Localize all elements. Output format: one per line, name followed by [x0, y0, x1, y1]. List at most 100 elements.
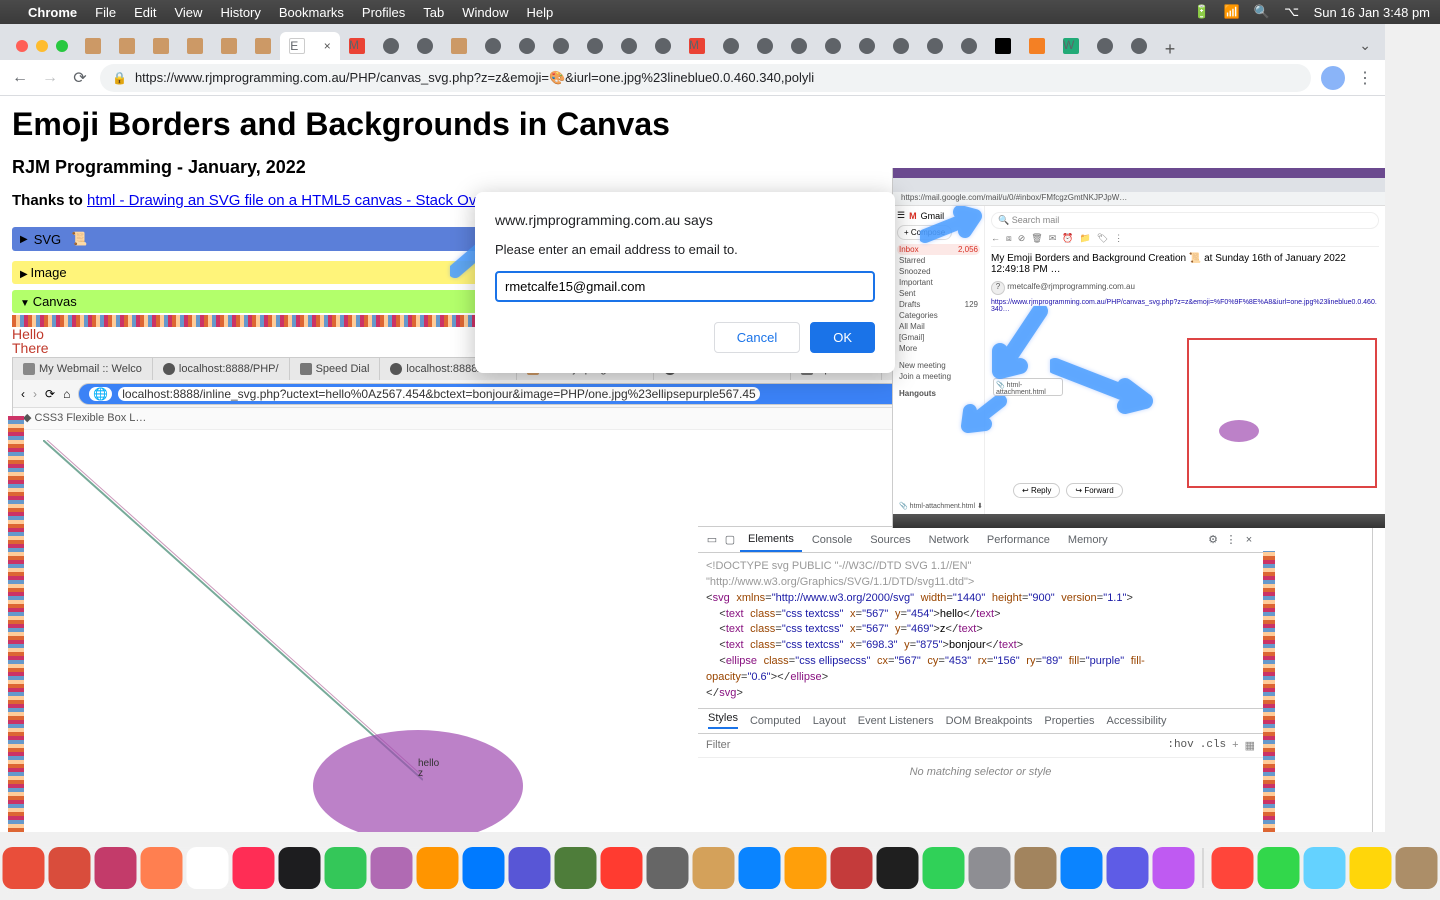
- tab-item[interactable]: [178, 32, 212, 60]
- styles-filter-input[interactable]: [706, 739, 1167, 751]
- tab-item[interactable]: M: [340, 32, 374, 60]
- dock-app-icon[interactable]: [141, 847, 183, 889]
- tab-item[interactable]: [646, 32, 680, 60]
- new-style-rule-icon[interactable]: +: [1232, 739, 1238, 751]
- markread-icon[interactable]: ✉: [1049, 233, 1057, 246]
- sidebar-snoozed[interactable]: Snoozed: [897, 266, 980, 277]
- dock-app-icon[interactable]: [187, 847, 229, 889]
- sidebar-categories[interactable]: Categories: [897, 310, 980, 321]
- tab-item[interactable]: [76, 32, 110, 60]
- tab-item[interactable]: [816, 32, 850, 60]
- tab-item[interactable]: [212, 32, 246, 60]
- dock-app-icon[interactable]: [739, 847, 781, 889]
- hamburger-icon[interactable]: ☰: [897, 210, 905, 221]
- forward-button[interactable]: →: [40, 68, 60, 88]
- sidebar-drafts[interactable]: Drafts 129: [897, 299, 980, 310]
- devtools-tab-network[interactable]: Network: [921, 529, 977, 551]
- menubar-help[interactable]: Help: [527, 5, 554, 20]
- menubar-profiles[interactable]: Profiles: [362, 5, 405, 20]
- dock-app-icon[interactable]: [49, 847, 91, 889]
- tab-item[interactable]: [884, 32, 918, 60]
- ok-button[interactable]: OK: [810, 322, 875, 353]
- snooze-icon[interactable]: ⏰: [1062, 233, 1073, 246]
- menubar-file[interactable]: File: [95, 5, 116, 20]
- tab-item[interactable]: [544, 32, 578, 60]
- control-center-icon[interactable]: ⌥: [1284, 6, 1300, 18]
- dock-app-icon[interactable]: [1015, 847, 1057, 889]
- dock-app-icon[interactable]: [1258, 847, 1300, 889]
- profile-avatar[interactable]: [1321, 66, 1345, 90]
- devtools-tab-sources[interactable]: Sources: [862, 529, 918, 551]
- tab-item[interactable]: [1122, 32, 1156, 60]
- tab-item[interactable]: [748, 32, 782, 60]
- sidebar-important[interactable]: Important: [897, 277, 980, 288]
- gmail-logo[interactable]: M: [909, 211, 917, 221]
- minimize-window-button[interactable]: [36, 40, 48, 52]
- compose-button[interactable]: + Compose: [897, 225, 952, 240]
- menubar-clock[interactable]: Sun 16 Jan 3:48 pm: [1314, 5, 1430, 20]
- devtools-tab-elements[interactable]: Elements: [740, 528, 802, 552]
- dock-app-icon[interactable]: [1304, 847, 1346, 889]
- more-icon[interactable]: ⋮: [1114, 233, 1123, 246]
- styles-tab-styles[interactable]: Styles: [708, 712, 738, 729]
- tab-item[interactable]: [442, 32, 476, 60]
- reload-button[interactable]: ⟳: [70, 68, 90, 88]
- dock-app-icon[interactable]: [417, 847, 459, 889]
- tab-active[interactable]: E ×: [280, 32, 340, 60]
- device-toggle-icon[interactable]: ▢: [722, 533, 738, 546]
- elements-dom-tree[interactable]: <!DOCTYPE svg PUBLIC "-//W3C//DTD SVG 1.…: [698, 553, 1263, 708]
- inner-tab[interactable]: Speed Dial: [290, 358, 381, 380]
- omnibox[interactable]: 🔒 https://www.rjmprogramming.com.au/PHP/…: [100, 64, 1311, 92]
- maximize-window-button[interactable]: [56, 40, 68, 52]
- inspect-icon[interactable]: ▭: [704, 533, 720, 546]
- attachment-preview[interactable]: [1187, 338, 1377, 488]
- menubar-app[interactable]: Chrome: [28, 5, 77, 20]
- reply-button[interactable]: ↩ Reply: [1013, 483, 1060, 498]
- tab-item[interactable]: [714, 32, 748, 60]
- bookmark-item[interactable]: ◆ CSS3 Flexible Box L…: [23, 412, 146, 424]
- inner-reload-button[interactable]: ⟳: [45, 387, 55, 401]
- dock-app-icon[interactable]: [325, 847, 367, 889]
- styles-pane-menu-icon[interactable]: ▦: [1245, 739, 1255, 752]
- sidebar-gmail-folder[interactable]: [Gmail]: [897, 332, 980, 343]
- new-tab-button[interactable]: +: [1156, 39, 1184, 60]
- dock-app-icon[interactable]: [1061, 847, 1103, 889]
- gmail-addressbar[interactable]: https://mail.google.com/mail/u/0/#inbox/…: [893, 192, 1385, 206]
- dock-app-icon[interactable]: [1107, 847, 1149, 889]
- menubar-history[interactable]: History: [220, 5, 260, 20]
- email-body-link[interactable]: https://www.rjmprogramming.com.au/PHP/ca…: [991, 299, 1379, 313]
- dock-app-icon[interactable]: [969, 847, 1011, 889]
- bottom-attachment[interactable]: 📎 html-attachment.html ⬇: [899, 502, 983, 510]
- tab-item[interactable]: [144, 32, 178, 60]
- mail-back-icon[interactable]: ←: [991, 233, 1000, 246]
- dock-app-icon[interactable]: [1212, 847, 1254, 889]
- sidebar-more[interactable]: More: [897, 343, 980, 354]
- inner-back-button[interactable]: ‹: [21, 387, 25, 401]
- inner-tab[interactable]: localhost:8888/PHP/: [153, 358, 290, 380]
- devtools-tab-memory[interactable]: Memory: [1060, 529, 1116, 551]
- gear-icon[interactable]: ⚙: [1205, 533, 1221, 546]
- styles-tab-computed[interactable]: Computed: [750, 715, 801, 727]
- dock-app-icon[interactable]: [1396, 847, 1438, 889]
- chrome-menu-button[interactable]: ⋮: [1355, 68, 1375, 88]
- menubar-bookmarks[interactable]: Bookmarks: [279, 5, 344, 20]
- dock-app-icon[interactable]: [233, 847, 275, 889]
- sidebar-join-meeting[interactable]: Join a meeting: [897, 371, 980, 382]
- menubar-window[interactable]: Window: [462, 5, 508, 20]
- sidebar-allmail[interactable]: All Mail: [897, 321, 980, 332]
- styles-tab-dom-breakpoints[interactable]: DOM Breakpoints: [946, 715, 1033, 727]
- dock-app-icon[interactable]: [785, 847, 827, 889]
- tab-item[interactable]: [476, 32, 510, 60]
- tab-item[interactable]: [986, 32, 1020, 60]
- labels-icon[interactable]: 🏷: [1097, 233, 1108, 246]
- spam-icon[interactable]: ⊘: [1018, 233, 1026, 246]
- dock-app-icon[interactable]: [647, 847, 689, 889]
- wifi-icon[interactable]: 📶: [1224, 6, 1240, 18]
- moveto-icon[interactable]: 📁: [1079, 233, 1090, 246]
- close-window-button[interactable]: [16, 40, 28, 52]
- dialog-input[interactable]: [495, 271, 875, 302]
- dock-app-icon[interactable]: [1153, 847, 1195, 889]
- dock-app-icon[interactable]: [279, 847, 321, 889]
- tab-item[interactable]: [578, 32, 612, 60]
- sidebar-starred[interactable]: Starred: [897, 255, 980, 266]
